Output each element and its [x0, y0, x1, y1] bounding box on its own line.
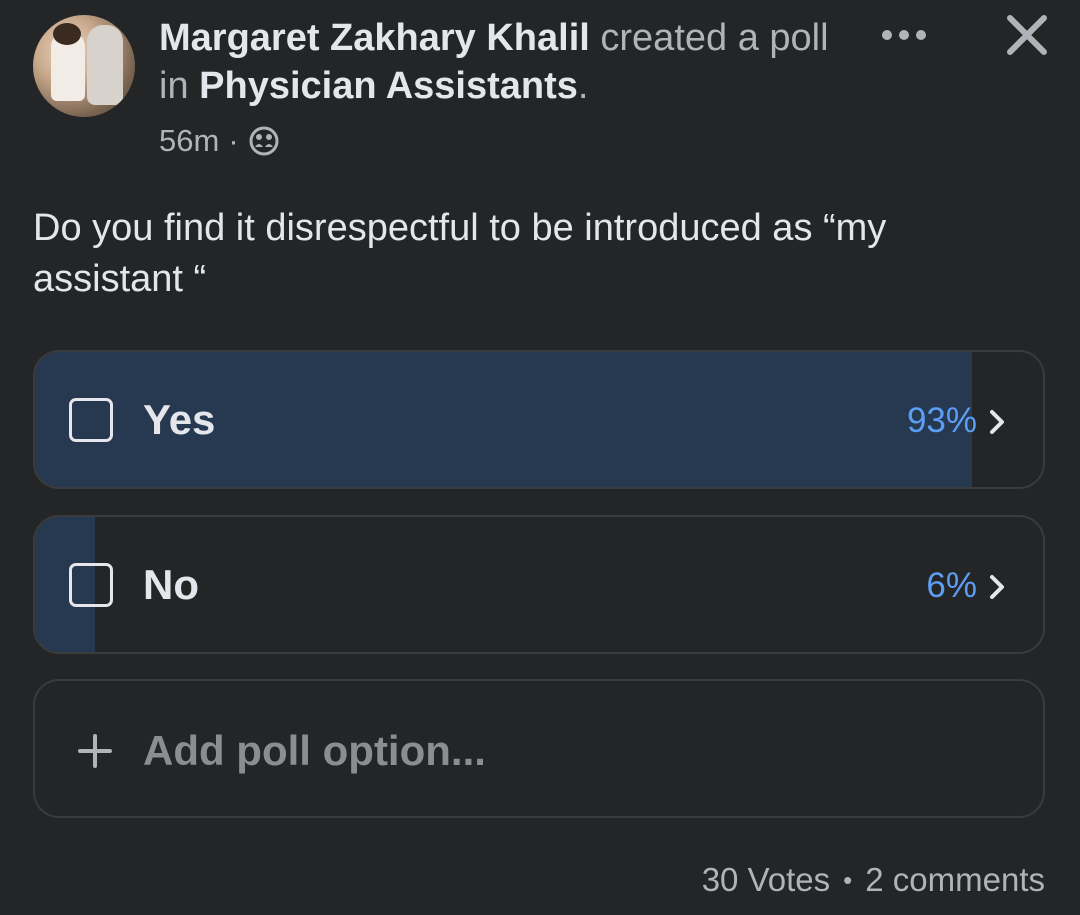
action-text: created a	[600, 17, 759, 59]
poll-option-yes[interactable]: Yes 93%	[33, 350, 1045, 489]
meta-separator: ·	[228, 123, 239, 158]
checkbox[interactable]	[69, 563, 113, 607]
avatar-hair	[53, 23, 81, 45]
poll-option-no[interactable]: No 6%	[33, 515, 1045, 654]
group-members-icon[interactable]	[248, 125, 280, 157]
plus-icon	[78, 734, 112, 768]
timestamp[interactable]: 56m	[159, 120, 219, 162]
more-dots-icon	[882, 30, 926, 40]
option-percent: 93%	[906, 401, 977, 440]
footer-separator: •	[843, 865, 853, 895]
post-meta: 56m ·	[159, 120, 280, 162]
add-option-label: Add poll option...	[143, 727, 486, 774]
chevron-right-icon[interactable]	[987, 572, 1007, 602]
more-options-button[interactable]	[876, 17, 932, 53]
group-name[interactable]: Physician Assistants	[199, 65, 578, 107]
close-icon	[1007, 15, 1047, 55]
avatar[interactable]	[33, 15, 135, 117]
post-header: Margaret Zakhary Khalil created a poll i…	[159, 14, 839, 110]
author-name[interactable]: Margaret Zakhary Khalil	[159, 17, 590, 59]
option-label: No	[143, 561, 199, 608]
add-poll-option-button[interactable]: Add poll option...	[33, 679, 1045, 818]
votes-count[interactable]: 30 Votes	[702, 859, 830, 901]
option-percent: 6%	[926, 566, 977, 605]
checkbox[interactable]	[69, 398, 113, 442]
comments-count[interactable]: 2 comments	[865, 859, 1045, 901]
close-button[interactable]	[1002, 12, 1052, 60]
avatar-figure	[87, 25, 123, 105]
action-text: .	[577, 65, 589, 107]
option-label: Yes	[143, 396, 216, 443]
post-footer: 30 Votes • 2 comments	[702, 859, 1045, 901]
poll-question: Do you find it disrespectful to be intro…	[33, 207, 887, 300]
chevron-right-icon[interactable]	[987, 407, 1007, 437]
